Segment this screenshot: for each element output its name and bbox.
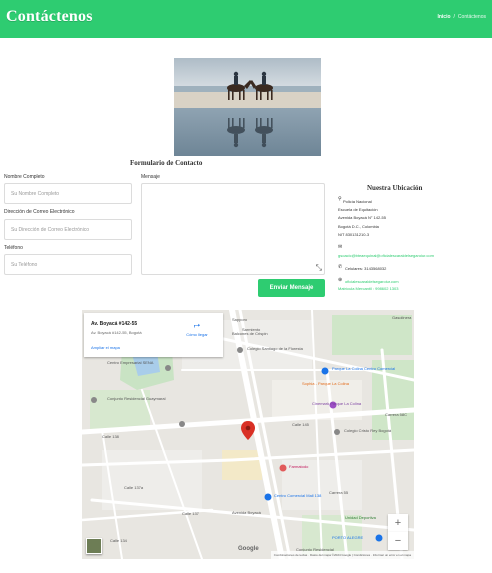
map-label-calle-138: Calle 138: [102, 434, 119, 439]
name-label: Nombre Completo: [4, 174, 45, 180]
message-textarea[interactable]: ⤡: [141, 183, 325, 275]
email-field[interactable]: Su Dirección de Correo Electrónico: [4, 219, 132, 240]
breadcrumb-home-link[interactable]: Inicio: [437, 14, 450, 20]
map-label-avenida-boyaca: Avenida Boyacá: [232, 510, 261, 515]
map-card-subtitle: Av. Boyacá #142-55, Bogotá: [91, 330, 142, 335]
location-school: Escuela de Equitación: [338, 207, 378, 212]
location-nit: NIT 830131210-3: [338, 232, 370, 237]
page-header: Contáctenos Inicio / Contáctenos: [0, 0, 492, 38]
map-attribution[interactable]: Combinaciones de teclas · Datos del mapa…: [270, 551, 414, 559]
directions-label: Cómo llegar: [186, 332, 208, 337]
directions-icon: ⮣: [193, 320, 201, 329]
map-label-guaymaral: Conjunto Residencial Guaymaral: [107, 396, 166, 401]
breadcrumb-separator: /: [453, 14, 455, 20]
breadcrumb-current: Contáctenos: [457, 14, 486, 20]
map-label-sophia[interactable]: Sophia - Parque La Colina: [302, 381, 349, 386]
enlarge-map-link[interactable]: Ampliar el mapa: [91, 345, 120, 350]
name-field[interactable]: Su Nombre Completo: [4, 183, 132, 204]
send-message-button[interactable]: Enviar Mensaje: [258, 279, 325, 297]
location-title: Nuestra Ubicación: [367, 184, 423, 192]
location-email-link[interactable]: gsoacic@bteaequinal@oficialescaraldelseg…: [338, 253, 434, 258]
location-registration-link[interactable]: Matrícula Mercantil : 998602 1303: [338, 286, 398, 291]
map-card-title: Av. Boyacá #142-55: [91, 321, 138, 327]
directions-button[interactable]: ⮣ Cómo llegar: [182, 320, 212, 338]
location-address: Avenida Boyacá N° 142-55: [338, 215, 387, 220]
email-label: Dirección de Correo Electrónico: [4, 209, 75, 215]
map-label-colegio-cristo-rey: Colegio Cristo Rey Bogotá: [344, 428, 392, 433]
phone-field[interactable]: Su Teléfono: [4, 254, 132, 275]
map-label-sarmiento: Sarmiento: [242, 327, 261, 332]
contact-form-title: Formulario de Contacto: [130, 159, 203, 167]
map-label-sapporo: Sapporo: [232, 317, 248, 322]
page-title: Contáctenos: [6, 8, 93, 25]
map-label-colegio-santiago: Colegio Santiago de la Floresta: [247, 346, 303, 351]
location-website-link[interactable]: oficialescaraldelsegaroiur.com: [345, 279, 399, 284]
map-label-calle-137: Calle 137: [182, 511, 199, 516]
map-pin-icon: ⚲: [338, 196, 342, 202]
map-label-sena: Centro Empresarial SENA: [107, 360, 154, 365]
location-org: Policía Nacional: [343, 199, 372, 204]
map-label-calle-134: Calle 134: [110, 538, 127, 543]
phone-icon: ✆: [338, 264, 343, 270]
map-label-calle-137a: Calle 137a: [124, 485, 144, 490]
map-label-carrera-55: Carrera 55: [329, 490, 349, 495]
google-logo: Google: [238, 546, 259, 552]
map-label-unidad-deportiva: Unidad Deportiva: [345, 515, 376, 520]
location-phone: Celulares: 3143568032: [345, 266, 387, 271]
breadcrumb: Inicio / Contáctenos: [437, 14, 486, 20]
map-label-carrera-58c: Carrera 58C: [385, 412, 408, 417]
map-label-mall-138[interactable]: Centro Comercial Mall 138: [274, 493, 321, 498]
resize-handle-icon[interactable]: ⤡: [316, 264, 322, 272]
horses-beach-photo: [174, 58, 321, 156]
envelope-icon: ✉: [338, 244, 343, 250]
map-label-cinemark[interactable]: Cinemark Parque La Colina: [312, 401, 361, 406]
globe-icon: ⊕: [338, 277, 343, 283]
map-label-farmatodo[interactable]: Farmatodo: [289, 464, 308, 469]
map-label-porto-alegre[interactable]: PORTO ALEGRE: [332, 535, 363, 540]
zoom-out-button[interactable]: −: [388, 532, 408, 550]
phone-label: Teléfono: [4, 245, 23, 251]
satellite-toggle[interactable]: [86, 538, 102, 554]
location-city: Bogotá D.C., Colombia: [338, 224, 379, 229]
zoom-in-button[interactable]: +: [388, 514, 408, 532]
map-label-parque-la-colina[interactable]: Parque La Colina Centro Comercial: [332, 366, 395, 371]
google-map[interactable]: Av. Boyacá #142-55 Av. Boyacá #142-55, B…: [82, 310, 414, 559]
message-label: Mensaje: [141, 174, 160, 180]
map-label-gasolinera: Gasolinera: [392, 315, 412, 320]
map-label-calle-145: Calle 145: [292, 422, 309, 427]
map-info-card: Av. Boyacá #142-55 Av. Boyacá #142-55, B…: [84, 313, 223, 357]
